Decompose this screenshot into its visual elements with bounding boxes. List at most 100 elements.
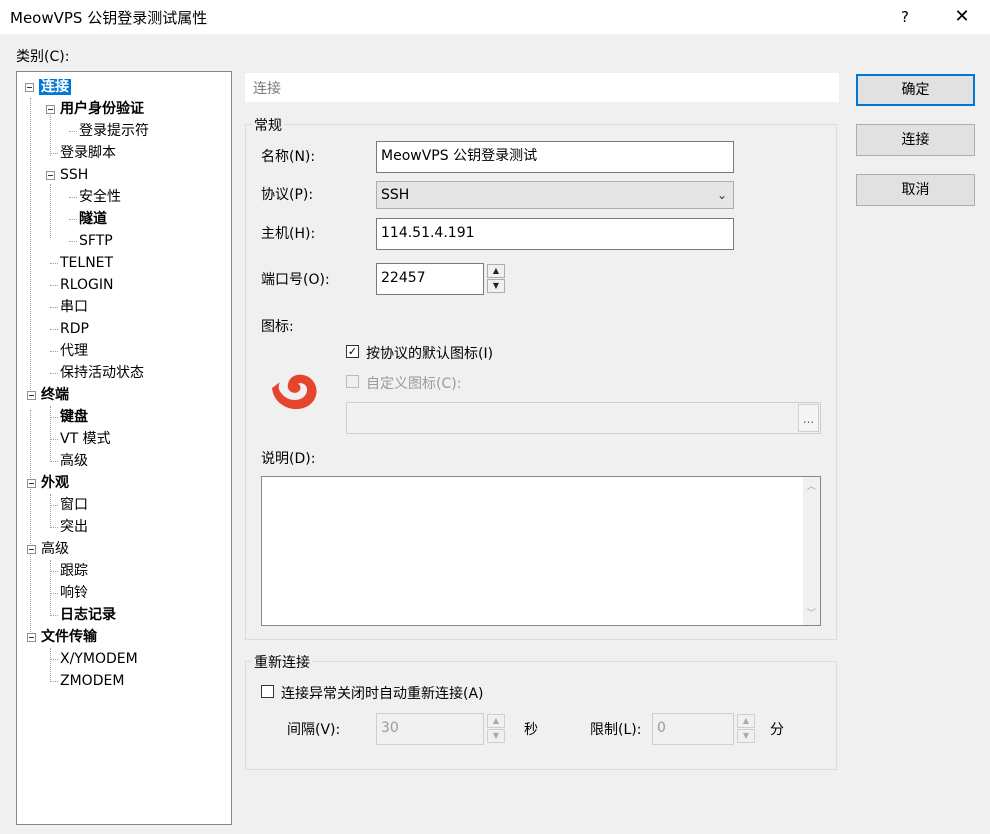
protocol-select[interactable]: SSH ⌄: [376, 181, 734, 209]
tree-item-label: X/YMODEM: [60, 651, 138, 667]
tree-line: [50, 461, 58, 462]
tree-item-label: VT 模式: [60, 431, 111, 447]
tree-line: [50, 285, 58, 286]
tree-item[interactable]: 外观: [41, 473, 69, 493]
name-input[interactable]: MeowVPS 公钥登录测试: [376, 141, 734, 173]
reconnect-group-title: 重新连接: [252, 652, 312, 672]
limit-input[interactable]: 0: [652, 713, 734, 745]
port-label: 端口号(O):: [261, 272, 330, 288]
help-button[interactable]: ?: [890, 4, 920, 30]
default-icon-checkbox[interactable]: ✓: [346, 345, 359, 358]
tree-item-label: 登录脚本: [60, 145, 116, 161]
tree-collapse-icon[interactable]: [27, 633, 36, 642]
tree-line: [50, 373, 58, 374]
tree-item[interactable]: 保持活动状态: [60, 363, 144, 383]
tree-line: [30, 410, 31, 636]
tree-collapse-icon[interactable]: [46, 171, 55, 180]
tree-item-label: 保持活动状态: [60, 365, 144, 381]
port-input[interactable]: 22457: [376, 263, 484, 295]
tree-line: [50, 351, 58, 352]
tree-item[interactable]: X/YMODEM: [60, 649, 138, 669]
spin-up-icon[interactable]: ▲: [487, 264, 505, 278]
tree-item-label: 高级: [60, 453, 88, 469]
tree-item[interactable]: SFTP: [79, 231, 113, 251]
tree-item[interactable]: RDP: [60, 319, 89, 339]
tree-item[interactable]: 窗口: [60, 495, 88, 515]
icon-label: 图标:: [261, 319, 294, 335]
tree-item[interactable]: 连接: [39, 77, 71, 97]
tree-line: [50, 406, 51, 462]
tree-item-label: 安全性: [79, 189, 121, 205]
limit-spinner[interactable]: ▲ ▼: [737, 714, 755, 744]
scroll-down-icon[interactable]: ﹀: [803, 606, 820, 623]
scroll-up-icon[interactable]: ︿: [803, 479, 820, 496]
spin-down-icon[interactable]: ▼: [487, 279, 505, 293]
host-label: 主机(H):: [261, 226, 316, 242]
description-scrollbar[interactable]: ︿ ﹀: [803, 477, 820, 625]
tree-item[interactable]: 高级: [60, 451, 88, 471]
tree-item[interactable]: 突出: [60, 517, 88, 537]
tree-item[interactable]: 用户身份验证: [60, 99, 144, 119]
cancel-button[interactable]: 取消: [856, 174, 975, 206]
tree-item[interactable]: TELNET: [60, 253, 113, 273]
interval-spinner[interactable]: ▲ ▼: [487, 714, 505, 744]
connect-button[interactable]: 连接: [856, 124, 975, 156]
title-bar: MeowVPS 公钥登录测试属性 ? ✕: [0, 0, 990, 34]
description-textarea[interactable]: ︿ ﹀: [261, 476, 821, 626]
tree-collapse-icon[interactable]: [27, 391, 36, 400]
panel-header-title: 连接: [253, 81, 281, 97]
tree-item[interactable]: 串口: [60, 297, 88, 317]
custom-icon-checkbox[interactable]: [346, 375, 359, 388]
tree-item-label: 窗口: [60, 497, 88, 513]
tree-item-label: 代理: [60, 343, 88, 359]
tree-item[interactable]: 响铃: [60, 583, 88, 603]
tree-item[interactable]: 文件传输: [41, 627, 97, 647]
tree-item[interactable]: 登录提示符: [79, 121, 149, 141]
tree-item[interactable]: 跟踪: [60, 561, 88, 581]
tree-item-label: 串口: [60, 299, 88, 315]
tree-item[interactable]: 代理: [60, 341, 88, 361]
tree-item-label: 隧道: [79, 211, 107, 227]
tree-item-label: SSH: [60, 167, 89, 183]
custom-icon-path[interactable]: [346, 402, 821, 434]
chevron-down-icon: ⌄: [716, 188, 727, 202]
auto-reconnect-checkbox[interactable]: [261, 685, 274, 698]
tree-item[interactable]: RLOGIN: [60, 275, 114, 295]
tree-item[interactable]: 终端: [41, 385, 69, 405]
protocol-icon: [268, 372, 320, 414]
tree-collapse-icon[interactable]: [46, 105, 55, 114]
default-icon-label: 按协议的默认图标(I): [366, 346, 494, 362]
tree-item[interactable]: 键盘: [60, 407, 88, 427]
tree-item[interactable]: SSH: [60, 165, 88, 185]
tree-item[interactable]: 安全性: [79, 187, 121, 207]
close-icon[interactable]: ✕: [945, 4, 979, 30]
tree-collapse-icon[interactable]: [27, 479, 36, 488]
tree-item-label: 键盘: [60, 409, 88, 425]
tree-item[interactable]: 隧道: [79, 209, 107, 229]
tree-line: [69, 131, 77, 132]
seconds-unit: 秒: [524, 722, 538, 738]
host-input[interactable]: 114.51.4.191: [376, 218, 734, 250]
spin-down-icon[interactable]: ▼: [487, 729, 505, 743]
tree-item[interactable]: 日志记录: [60, 605, 116, 625]
spin-down-icon[interactable]: ▼: [737, 729, 755, 743]
tree-line: [50, 417, 58, 418]
port-spinner[interactable]: ▲ ▼: [487, 264, 505, 294]
tree-collapse-icon[interactable]: [27, 545, 36, 554]
browse-button[interactable]: ...: [798, 404, 819, 432]
tree-item-label: 响铃: [60, 585, 88, 601]
tree-line: [50, 527, 58, 528]
tree-item-label: TELNET: [60, 255, 114, 271]
tree-item[interactable]: 高级: [41, 539, 69, 559]
tree-item[interactable]: 登录脚本: [60, 143, 116, 163]
tree-item-label: 高级: [41, 541, 69, 557]
tree-collapse-icon[interactable]: [25, 83, 34, 92]
category-label: 类别(C):: [16, 49, 70, 65]
tree-item[interactable]: ZMODEM: [60, 671, 124, 691]
tree-item[interactable]: VT 模式: [60, 429, 111, 449]
interval-input[interactable]: 30: [376, 713, 484, 745]
spin-up-icon[interactable]: ▲: [487, 714, 505, 728]
category-tree[interactable]: 连接 用户身份验证 登录提示符登录脚本 SSH 安全性隧道 SFTP TELNET RLOGI…: [16, 71, 232, 825]
spin-up-icon[interactable]: ▲: [737, 714, 755, 728]
ok-button[interactable]: 确定: [856, 74, 975, 106]
